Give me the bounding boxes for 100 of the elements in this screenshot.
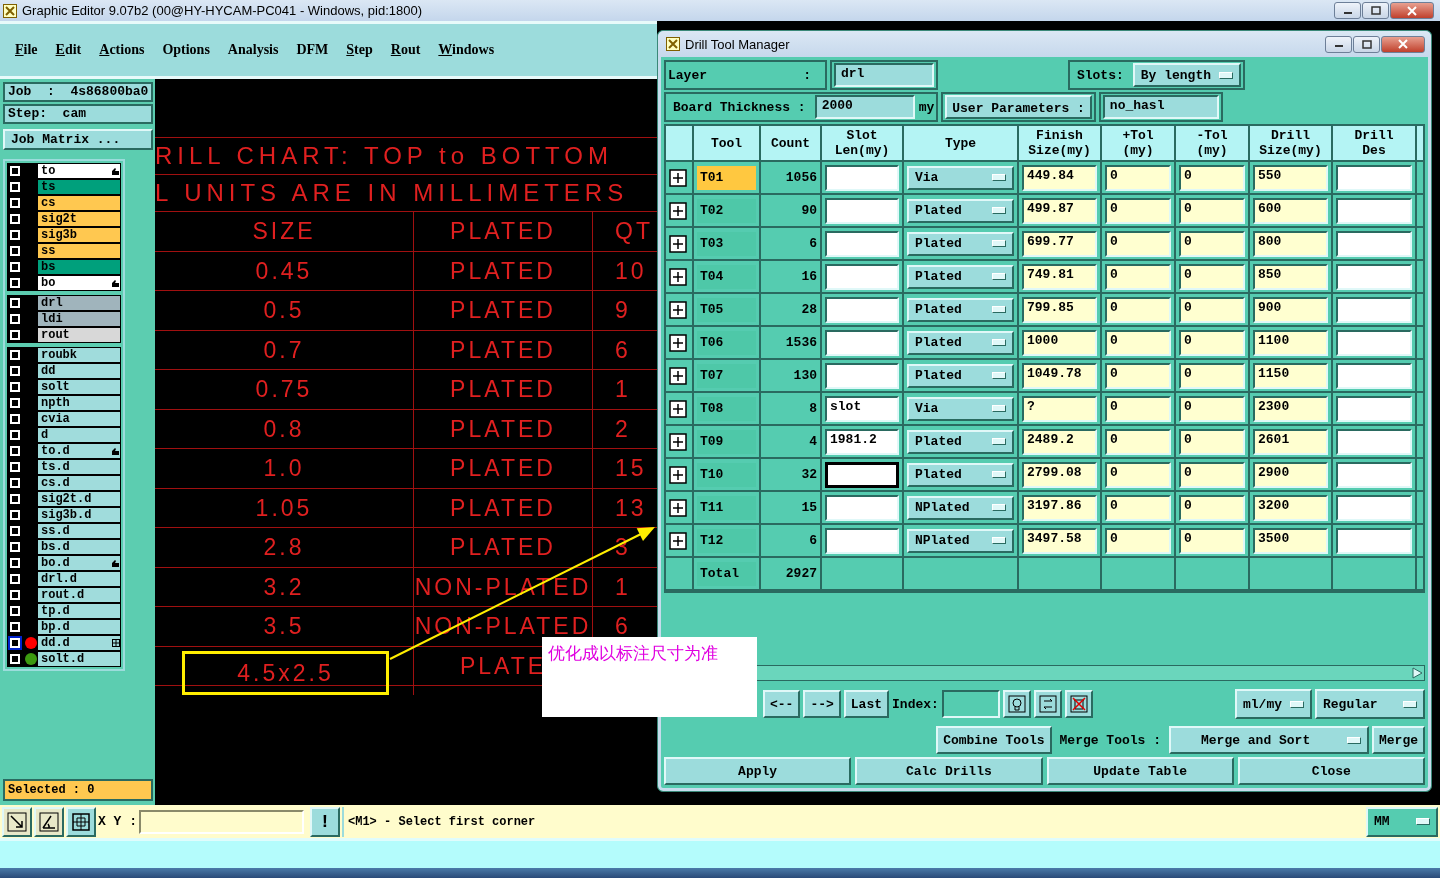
layer-checkbox[interactable]	[10, 230, 20, 240]
tool-cell[interactable]: T05	[697, 297, 756, 322]
finish-size-field[interactable]: 449.84	[1022, 164, 1097, 191]
layer-checkbox[interactable]	[10, 430, 20, 440]
layer-item[interactable]: drl.d	[38, 572, 120, 586]
drill-size-field[interactable]: 800	[1253, 230, 1328, 257]
mode-dropdown[interactable]: Regular	[1315, 689, 1425, 719]
slot-length-field[interactable]: 1981.2	[825, 428, 899, 455]
slot-length-field[interactable]: slot	[825, 395, 899, 422]
expand-icon[interactable]	[669, 267, 687, 286]
layer-checkbox[interactable]	[10, 262, 20, 272]
drill-size-field[interactable]: 600	[1253, 197, 1328, 224]
type-dropdown[interactable]: NPlated	[907, 528, 1014, 553]
layer-checkbox[interactable]	[10, 494, 20, 504]
layer-checkbox[interactable]	[10, 278, 20, 288]
finish-size-field[interactable]: 3197.86	[1022, 494, 1097, 521]
layer-item[interactable]: d	[38, 428, 120, 442]
layer-checkbox[interactable]	[10, 350, 20, 360]
drill-des-field[interactable]	[1336, 329, 1412, 356]
drill-des-field[interactable]	[1336, 428, 1412, 455]
alert-button[interactable]: !	[310, 806, 340, 837]
plus-tolerance-field[interactable]: 0	[1105, 494, 1171, 521]
units-dropdown[interactable]: MM	[1366, 806, 1438, 837]
plus-tolerance-field[interactable]: 0	[1105, 164, 1171, 191]
finish-size-field[interactable]: 2799.08	[1022, 461, 1097, 488]
layer-item[interactable]: bp.d	[38, 620, 120, 634]
type-dropdown[interactable]: Plated	[907, 363, 1014, 388]
layer-item[interactable]: rout.d	[38, 588, 120, 602]
layer-checkbox[interactable]	[10, 558, 20, 568]
slot-length-field[interactable]	[825, 164, 899, 191]
layer-item[interactable]: bo.d	[38, 556, 120, 570]
merge-button[interactable]: Merge	[1372, 726, 1425, 754]
drill-size-field[interactable]: 3500	[1253, 527, 1328, 554]
layer-checkbox[interactable]	[10, 542, 20, 552]
drill-des-field[interactable]	[1336, 395, 1412, 422]
menu-item[interactable]: DFM	[289, 40, 336, 60]
expand-icon[interactable]	[669, 399, 687, 418]
slot-length-field[interactable]	[825, 527, 899, 554]
nav-button[interactable]: -->	[803, 690, 841, 718]
tool-cell[interactable]: T01	[697, 165, 756, 190]
resize-icon[interactable]	[2, 806, 32, 837]
plus-tolerance-field[interactable]: 0	[1105, 296, 1171, 323]
units-dropdown[interactable]: ml/my	[1235, 689, 1312, 719]
minus-tolerance-field[interactable]: 0	[1179, 197, 1245, 224]
plus-tolerance-field[interactable]: 0	[1105, 362, 1171, 389]
layer-item[interactable]: bs.d	[38, 540, 120, 554]
layer-checkbox[interactable]	[10, 314, 20, 324]
layer-checkbox[interactable]	[10, 654, 20, 664]
layer-checkbox[interactable]	[10, 298, 20, 308]
expand-icon[interactable]	[669, 234, 687, 253]
minus-tolerance-field[interactable]: 0	[1179, 362, 1245, 389]
layer-checkbox[interactable]	[10, 622, 20, 632]
minus-tolerance-field[interactable]: 0	[1179, 164, 1245, 191]
layer-checkbox[interactable]	[10, 606, 20, 616]
nav-button[interactable]: <--	[763, 690, 801, 718]
drill-size-field[interactable]: 850	[1253, 263, 1328, 290]
layer-checkbox[interactable]	[10, 574, 20, 584]
layer-checkbox[interactable]	[10, 526, 20, 536]
layer-item[interactable]: ss.d	[38, 524, 120, 538]
minimize-button[interactable]	[1325, 35, 1352, 53]
user-parameters-field[interactable]: no_hasl	[1102, 95, 1219, 119]
action-button[interactable]: Close	[1237, 757, 1425, 785]
finish-size-field[interactable]: 799.85	[1022, 296, 1097, 323]
expand-icon[interactable]	[669, 366, 687, 385]
menu-item[interactable]: Edit	[48, 40, 89, 60]
drill-des-field[interactable]	[1336, 527, 1412, 554]
board-thickness-field[interactable]: 2000	[814, 95, 915, 119]
layer-item[interactable]: cvia	[38, 412, 120, 426]
minus-tolerance-field[interactable]: 0	[1179, 296, 1245, 323]
drill-size-field[interactable]: 1150	[1253, 362, 1328, 389]
layer-checkbox[interactable]	[10, 638, 20, 648]
layer-checkbox[interactable]	[10, 366, 20, 376]
action-button[interactable]: Calc Drills	[855, 757, 1043, 785]
menu-item[interactable]: Options	[155, 40, 217, 60]
drill-des-field[interactable]	[1336, 164, 1412, 191]
bulb-icon[interactable]	[1002, 690, 1031, 718]
finish-size-field[interactable]: 749.81	[1022, 263, 1097, 290]
grid-icon[interactable]	[66, 806, 96, 837]
type-dropdown[interactable]: Plated	[907, 429, 1014, 454]
tool-cell[interactable]: T08	[697, 396, 756, 421]
drill-size-field[interactable]: 2900	[1253, 461, 1328, 488]
slot-length-field[interactable]	[825, 296, 899, 323]
minus-tolerance-field[interactable]: 0	[1179, 428, 1245, 455]
slot-length-field[interactable]	[825, 230, 899, 257]
layer-item[interactable]: ts.d	[38, 460, 120, 474]
finish-size-field[interactable]: 3497.58	[1022, 527, 1097, 554]
plus-tolerance-field[interactable]: 0	[1105, 230, 1171, 257]
drill-des-field[interactable]	[1336, 362, 1412, 389]
layer-item[interactable]: bs	[38, 260, 120, 274]
type-dropdown[interactable]: Plated	[907, 297, 1014, 322]
layer-item[interactable]: bo	[38, 276, 120, 290]
menu-item[interactable]: Analysis	[220, 40, 286, 60]
job-matrix-button[interactable]: Job Matrix ...	[3, 129, 153, 150]
layer-item[interactable]: ss	[38, 244, 120, 258]
expand-icon[interactable]	[669, 168, 687, 187]
finish-size-field[interactable]: 1000	[1022, 329, 1097, 356]
layer-item[interactable]: sig3b	[38, 228, 120, 242]
minus-tolerance-field[interactable]: 0	[1179, 230, 1245, 257]
layer-item[interactable]: npth	[38, 396, 120, 410]
tool-cell[interactable]: T09	[697, 429, 756, 454]
